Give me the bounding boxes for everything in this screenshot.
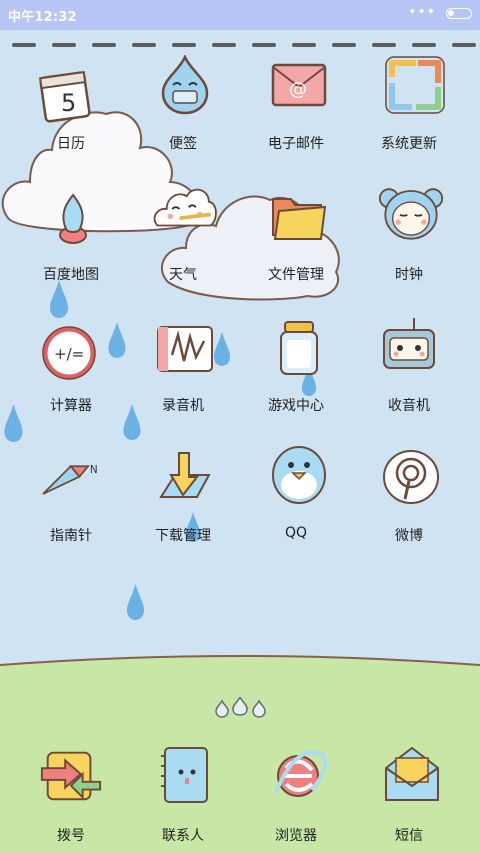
app-label: 电子邮件 bbox=[268, 136, 324, 152]
app-label: 计算器 bbox=[50, 398, 92, 414]
dock-label: 联系人 bbox=[162, 828, 204, 844]
dock-label: 浏览器 bbox=[275, 828, 317, 844]
system-update-icon[interactable] bbox=[382, 52, 448, 118]
app-label: 系统更新 bbox=[381, 136, 437, 152]
calculator-icon[interactable]: +/= bbox=[36, 320, 102, 386]
dashed-divider bbox=[12, 43, 476, 48]
weibo-icon[interactable] bbox=[378, 444, 444, 510]
raindrop-decoration bbox=[126, 584, 145, 620]
recorder-icon[interactable] bbox=[152, 316, 218, 382]
email-icon[interactable]: @ bbox=[266, 52, 332, 118]
app-label: 日历 bbox=[57, 136, 85, 152]
dock-label: 拨号 bbox=[57, 828, 85, 844]
app-label: 游戏中心 bbox=[268, 398, 324, 414]
battery-icon bbox=[446, 8, 472, 19]
svg-text:@: @ bbox=[289, 79, 307, 100]
status-bar: 中午12:32 ••• bbox=[0, 0, 480, 30]
browser-icon[interactable] bbox=[266, 742, 332, 808]
dock-label: 短信 bbox=[395, 828, 423, 844]
game-jar-icon[interactable] bbox=[266, 316, 332, 382]
contacts-icon[interactable] bbox=[152, 742, 218, 808]
app-label: 便签 bbox=[169, 136, 197, 152]
more-dots-icon: ••• bbox=[408, 4, 436, 20]
status-time: 中午12:32 bbox=[8, 10, 77, 25]
compass-icon[interactable]: N bbox=[36, 448, 102, 514]
svg-text:N: N bbox=[90, 464, 98, 476]
app-label: 收音机 bbox=[388, 398, 430, 414]
app-label: 百度地图 bbox=[43, 267, 99, 283]
qq-penguin-icon[interactable] bbox=[266, 440, 332, 506]
clock-bear-icon[interactable] bbox=[378, 180, 444, 246]
sms-icon[interactable] bbox=[380, 742, 446, 808]
app-label: 时钟 bbox=[395, 267, 423, 283]
folder-icon[interactable] bbox=[266, 184, 332, 250]
app-label: 微博 bbox=[395, 528, 423, 544]
app-label: 指南针 bbox=[50, 528, 92, 544]
app-label: 天气 bbox=[169, 267, 197, 283]
map-pin-icon[interactable] bbox=[40, 188, 106, 254]
calendar-icon[interactable]: 5 bbox=[32, 62, 98, 128]
page-indicator[interactable] bbox=[213, 697, 269, 719]
weather-icon[interactable] bbox=[152, 176, 218, 242]
notes-icon[interactable] bbox=[152, 52, 218, 118]
svg-text:5: 5 bbox=[61, 89, 76, 117]
raindrop-decoration bbox=[108, 322, 126, 358]
raindrop-decoration bbox=[50, 280, 68, 318]
app-label: 录音机 bbox=[162, 398, 204, 414]
app-label: QQ bbox=[284, 525, 308, 541]
phone-dial-icon[interactable] bbox=[38, 742, 104, 808]
radio-icon[interactable] bbox=[376, 312, 442, 378]
app-label: 下载管理 bbox=[155, 528, 211, 544]
download-icon[interactable] bbox=[152, 444, 218, 510]
svg-text:+/=: +/= bbox=[54, 345, 84, 363]
app-label: 文件管理 bbox=[268, 267, 324, 283]
